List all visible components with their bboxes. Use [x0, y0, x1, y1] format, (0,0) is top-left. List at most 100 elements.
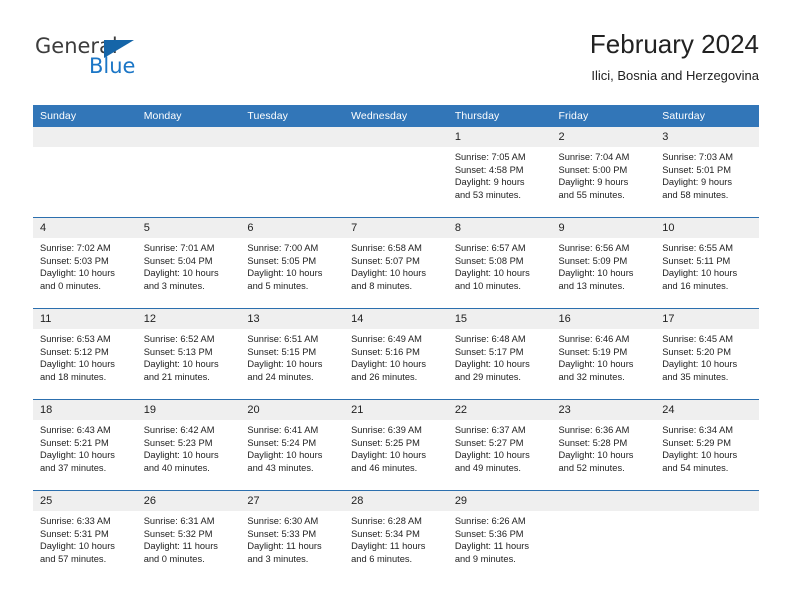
day-number: 7	[344, 218, 448, 238]
day-detail-line: Daylight: 11 hours	[351, 541, 426, 552]
day-detail-line: Daylight: 11 hours	[454, 541, 530, 552]
day-cell-inner: 5 Sunrise: 7:01 AM Sunset: 5:04 PM Daylight…	[136, 218, 241, 308]
calendar-day-cell[interactable]: 12 Sunrise: 6:52 AM Sunset: 5:13 PM Dayligh…	[136, 308, 241, 400]
calendar-day-cell[interactable]: 2 Sunrise: 7:04 AM Sunset: 5:00 PM Daylight…	[551, 127, 656, 218]
day-sun-details: Sunrise: 6:58 AM Sunset: 5:07 PM Daylight:…	[344, 238, 448, 292]
day-cell-inner: 28 Sunrise: 6:28 AM Sunset: 5:34 PM Dayligh…	[344, 491, 448, 581]
day-detail-line: Sunset: 5:03 PM	[40, 255, 109, 266]
day-detail-line: Daylight: 9 hours	[454, 177, 525, 188]
day-cell-inner: 11 Sunrise: 6:53 AM Sunset: 5:12 PM Dayligh…	[33, 309, 137, 399]
day-detail-line: Daylight: 10 hours	[143, 450, 219, 461]
day-detail-line: Sunrise: 7:05 AM	[454, 152, 526, 162]
day-detail-line: and 26 minutes.	[351, 371, 418, 382]
calendar-day-cell[interactable]: 14 Sunrise: 6:49 AM Sunset: 5:16 PM Dayligh…	[344, 308, 448, 400]
day-number: 8	[447, 218, 552, 238]
day-number: 2	[551, 127, 656, 147]
calendar-header-row: Sunday Monday Tuesday Wednesday Thursday Frid…	[33, 105, 759, 127]
day-detail-line: Sunset: 5:25 PM	[351, 437, 420, 448]
day-sun-details: Sunrise: 6:41 AM Sunset: 5:24 PM Daylight:…	[240, 420, 344, 474]
weekday-header-wednesday: Wednesday	[344, 105, 448, 127]
day-number: 11	[33, 309, 137, 329]
brand-logo[interactable]: General Blue	[33, 34, 253, 90]
calendar-day-cell[interactable]: 25 Sunrise: 6:33 AM Sunset: 5:31 PM Dayligh…	[33, 490, 137, 581]
day-detail-line: Sunrise: 6:33 AM	[40, 516, 111, 526]
day-detail-line: Daylight: 10 hours	[454, 359, 530, 370]
day-detail-line: and 58 minutes.	[662, 189, 729, 200]
day-detail-line: and 9 minutes.	[454, 553, 516, 564]
calendar-day-cell[interactable]: 13 Sunrise: 6:51 AM Sunset: 5:15 PM Dayligh…	[240, 308, 345, 400]
calendar-grid: Sunday Monday Tuesday Wednesday Thursday Frid…	[33, 105, 759, 581]
calendar-day-cell[interactable]: 23 Sunrise: 6:36 AM Sunset: 5:28 PM Dayligh…	[551, 399, 656, 491]
calendar-day-cell[interactable]: 27 Sunrise: 6:30 AM Sunset: 5:33 PM Dayligh…	[240, 490, 345, 581]
day-sun-details: Sunrise: 7:01 AM Sunset: 5:04 PM Daylight:…	[137, 238, 241, 292]
day-number: 21	[344, 400, 448, 420]
day-sun-details: Sunrise: 6:45 AM Sunset: 5:20 PM Daylight:…	[655, 329, 759, 383]
day-sun-details: Sunrise: 6:52 AM Sunset: 5:13 PM Daylight:…	[137, 329, 241, 383]
calendar-day-cell[interactable]: 28 Sunrise: 6:28 AM Sunset: 5:34 PM Dayligh…	[344, 490, 448, 581]
title-block: February 2024 Ilici, Bosnia and Herzegov…	[590, 28, 759, 86]
weekday-header-thursday: Thursday	[447, 105, 552, 127]
calendar-day-cell[interactable]: 18 Sunrise: 6:43 AM Sunset: 5:21 PM Dayligh…	[33, 399, 137, 491]
day-cell-inner	[344, 127, 448, 217]
day-detail-line: and 0 minutes.	[40, 280, 101, 291]
calendar-day-cell[interactable]: 17 Sunrise: 6:45 AM Sunset: 5:20 PM Dayligh…	[655, 308, 759, 400]
calendar-day-cell[interactable]: 4 Sunrise: 7:02 AM Sunset: 5:03 PM Daylight…	[33, 217, 137, 309]
day-detail-line: Daylight: 10 hours	[351, 359, 427, 370]
calendar-day-cell[interactable]: 26 Sunrise: 6:31 AM Sunset: 5:32 PM Dayligh…	[136, 490, 241, 581]
day-cell-inner: 9 Sunrise: 6:56 AM Sunset: 5:09 PM Daylight…	[551, 218, 656, 308]
day-cell-inner	[655, 491, 759, 581]
day-number: 17	[655, 309, 759, 329]
day-cell-inner: 2 Sunrise: 7:04 AM Sunset: 5:00 PM Daylight…	[551, 127, 656, 217]
calendar-day-cell[interactable]: 9 Sunrise: 6:56 AM Sunset: 5:09 PM Daylight…	[551, 217, 656, 309]
day-detail-line: and 3 minutes.	[143, 280, 205, 291]
day-detail-line: Sunrise: 6:36 AM	[558, 425, 630, 435]
calendar-day-cell[interactable]: 1 Sunrise: 7:05 AM Sunset: 4:58 PM Daylight…	[447, 127, 552, 218]
day-cell-inner: 7 Sunrise: 6:58 AM Sunset: 5:07 PM Daylight…	[344, 218, 448, 308]
day-detail-line: and 57 minutes.	[40, 553, 107, 564]
day-detail-line: and 52 minutes.	[558, 462, 625, 473]
calendar-day-cell[interactable]: 15 Sunrise: 6:48 AM Sunset: 5:17 PM Dayligh…	[447, 308, 552, 400]
day-cell-inner: 4 Sunrise: 7:02 AM Sunset: 5:03 PM Daylight…	[33, 218, 137, 308]
day-cell-inner: 19 Sunrise: 6:42 AM Sunset: 5:23 PM Dayligh…	[136, 400, 241, 490]
page-header: General Blue February 2024 Ilici, Bosnia…	[33, 28, 759, 94]
calendar-day-cell[interactable]: 10 Sunrise: 6:55 AM Sunset: 5:11 PM Dayligh…	[655, 217, 759, 309]
day-detail-line: Daylight: 10 hours	[247, 450, 323, 461]
calendar-day-cell[interactable]: 29 Sunrise: 6:26 AM Sunset: 5:36 PM Dayligh…	[447, 490, 552, 581]
day-detail-line: Daylight: 10 hours	[351, 450, 427, 461]
calendar-day-cell[interactable]: 5 Sunrise: 7:01 AM Sunset: 5:04 PM Daylight…	[136, 217, 241, 309]
day-number	[136, 127, 241, 147]
calendar-day-cell[interactable]: 16 Sunrise: 6:46 AM Sunset: 5:19 PM Dayligh…	[551, 308, 656, 400]
day-detail-line: and 40 minutes.	[143, 462, 210, 473]
day-detail-line: Daylight: 10 hours	[40, 450, 115, 461]
day-detail-line: Daylight: 10 hours	[454, 268, 530, 279]
day-detail-line: Sunset: 5:17 PM	[454, 346, 524, 357]
day-detail-line: Daylight: 10 hours	[558, 268, 634, 279]
day-detail-line: and 29 minutes.	[454, 371, 521, 382]
calendar-day-cell[interactable]: 20 Sunrise: 6:41 AM Sunset: 5:24 PM Dayligh…	[240, 399, 345, 491]
calendar-day-cell[interactable]: 24 Sunrise: 6:34 AM Sunset: 5:29 PM Dayligh…	[655, 399, 759, 491]
day-sun-details: Sunrise: 6:37 AM Sunset: 5:27 PM Daylight:…	[448, 420, 552, 474]
calendar-empty-cell	[655, 490, 759, 581]
calendar-day-cell[interactable]: 8 Sunrise: 6:57 AM Sunset: 5:08 PM Daylight…	[447, 217, 552, 309]
calendar-day-cell[interactable]: 22 Sunrise: 6:37 AM Sunset: 5:27 PM Dayligh…	[447, 399, 552, 491]
day-cell-inner: 10 Sunrise: 6:55 AM Sunset: 5:11 PM Dayligh…	[655, 218, 759, 308]
day-sun-details: Sunrise: 6:57 AM Sunset: 5:08 PM Daylight:…	[448, 238, 552, 292]
calendar-day-cell[interactable]: 21 Sunrise: 6:39 AM Sunset: 5:25 PM Dayligh…	[344, 399, 448, 491]
day-cell-inner: 26 Sunrise: 6:31 AM Sunset: 5:32 PM Dayligh…	[136, 491, 241, 581]
calendar-day-cell[interactable]: 6 Sunrise: 7:00 AM Sunset: 5:05 PM Daylight…	[240, 217, 345, 309]
day-number: 20	[240, 400, 345, 420]
day-number: 1	[447, 127, 552, 147]
day-sun-details: Sunrise: 6:26 AM Sunset: 5:36 PM Daylight:…	[448, 511, 552, 565]
day-sun-details: Sunrise: 6:34 AM Sunset: 5:29 PM Daylight:…	[655, 420, 759, 474]
day-detail-line: Sunset: 5:00 PM	[558, 164, 628, 175]
calendar-day-cell[interactable]: 11 Sunrise: 6:53 AM Sunset: 5:12 PM Dayligh…	[33, 308, 137, 400]
day-detail-line: Daylight: 10 hours	[143, 359, 219, 370]
day-cell-inner: 18 Sunrise: 6:43 AM Sunset: 5:21 PM Dayligh…	[33, 400, 137, 490]
calendar-day-cell[interactable]: 3 Sunrise: 7:03 AM Sunset: 5:01 PM Daylight…	[655, 127, 759, 218]
calendar-day-cell[interactable]: 7 Sunrise: 6:58 AM Sunset: 5:07 PM Daylight…	[344, 217, 448, 309]
calendar-day-cell[interactable]: 19 Sunrise: 6:42 AM Sunset: 5:23 PM Dayligh…	[136, 399, 241, 491]
day-detail-line: and 55 minutes.	[558, 189, 625, 200]
weekday-header-saturday: Saturday	[655, 105, 759, 127]
day-number: 19	[136, 400, 241, 420]
day-number: 28	[344, 491, 448, 511]
